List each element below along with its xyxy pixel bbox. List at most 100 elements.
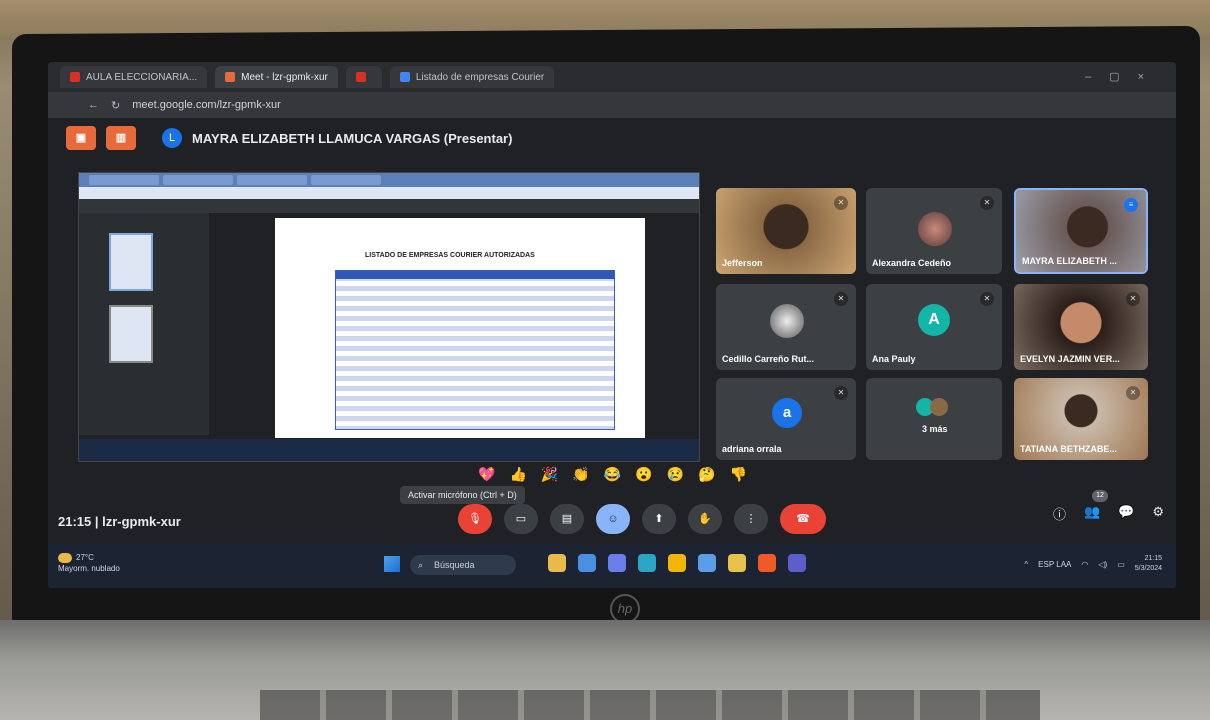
url-text[interactable]: meet.google.com/lzr-gpmk-xur	[132, 99, 281, 111]
battery-icon[interactable]: ▭	[1117, 560, 1125, 569]
heart-reaction-icon[interactable]: 💖	[478, 466, 495, 483]
activities-icon[interactable]: ⚙	[1152, 504, 1164, 523]
teams-app-icon[interactable]	[788, 554, 806, 572]
participant-photo	[918, 212, 952, 246]
weather-temp: 27°C	[76, 553, 94, 562]
camera-button[interactable]: ▭	[504, 504, 538, 534]
brave-app-icon[interactable]	[758, 554, 776, 572]
shared-address-bar	[79, 187, 699, 199]
browser-tab-meet[interactable]: Meet - lzr-gpmk-xur	[215, 66, 338, 88]
window-controls[interactable]: –▢×	[1085, 70, 1162, 83]
tab-label: AULA ELECCIONARIA...	[86, 71, 198, 83]
participant-tile[interactable]: ✕ Alexandra Cedeño	[866, 188, 1002, 274]
start-menu-icon[interactable]	[384, 556, 400, 572]
layout-button[interactable]: ▣	[66, 126, 96, 150]
tab-favicon	[225, 72, 236, 82]
chat-app-icon[interactable]	[608, 554, 626, 572]
chrome-app-icon[interactable]	[668, 554, 686, 572]
weather-widget[interactable]: 27°C Mayorm. nublado	[58, 552, 120, 574]
tab-favicon	[355, 72, 366, 82]
participant-photo	[930, 398, 948, 416]
participant-name: TATIANA BETHZABE...	[1020, 444, 1117, 454]
participant-tile[interactable]: A ✕ Ana Pauly	[866, 284, 1002, 370]
shared-tab	[237, 175, 307, 185]
participant-tile[interactable]: ✕ Jefferson	[716, 188, 856, 274]
pdf-toolbar	[79, 199, 699, 213]
call-controls: 🎙 ▭ ▤ ☺ ⬆ ✋ ⋮ ☎	[458, 504, 826, 534]
participant-tile[interactable]: ✕ Cedillo Carreño Rut...	[716, 284, 856, 370]
thinking-reaction-icon[interactable]: 🤔	[698, 466, 715, 483]
taskbar-apps	[548, 554, 806, 572]
captions-button[interactable]: ▤	[550, 504, 584, 534]
pdf-title: LISTADO DE EMPRESAS COURIER AUTORIZADAS	[365, 252, 535, 259]
presenter-avatar: L	[162, 128, 182, 148]
edge-app-icon[interactable]	[638, 554, 656, 572]
leave-call-button[interactable]: ☎	[780, 504, 826, 534]
thumbs-down-reaction-icon[interactable]: 👎	[730, 466, 747, 483]
people-icon[interactable]: 👥	[1084, 504, 1100, 523]
weather-desc: Mayorm. nublado	[58, 564, 120, 573]
mic-off-icon: ✕	[834, 386, 848, 400]
widgets-app-icon[interactable]	[548, 554, 566, 572]
participant-tile[interactable]: ✕ EVELYN JAZMIN VER...	[1014, 284, 1148, 370]
laptop-screen: AULA ELECCIONARIA... Meet - lzr-gpmk-xur…	[48, 62, 1176, 588]
pdf-table	[335, 270, 615, 430]
shared-browser-tabs	[79, 173, 699, 187]
side-panel-controls: ⓘ 👥 💬 ⚙	[1053, 504, 1164, 523]
reaction-bar: 💖 👍 🎉 👏 😂 😮 😢 🤔 👎	[478, 466, 747, 483]
shared-taskbar	[79, 439, 699, 461]
mic-off-icon: ✕	[1126, 292, 1140, 306]
folder-app-icon[interactable]	[728, 554, 746, 572]
clock[interactable]: 21:15 5/3/2024	[1135, 554, 1162, 574]
present-button[interactable]: ⬆	[642, 504, 676, 534]
browser-tab-1[interactable]: AULA ELECCIONARIA...	[60, 66, 208, 88]
store-app-icon[interactable]	[698, 554, 716, 572]
keyboard	[260, 690, 1040, 720]
meet-header: ▣ ▥ L MAYRA ELIZABETH LLAMUCA VARGAS (Pr…	[48, 118, 1176, 158]
participant-tile[interactable]: ✕ TATIANA BETHZABE...	[1014, 378, 1148, 460]
shared-tab	[163, 175, 233, 185]
tab-favicon	[399, 72, 410, 82]
address-bar[interactable]: ← ↻ meet.google.com/lzr-gpmk-xur	[48, 92, 1176, 118]
participant-tile-speaking[interactable]: ≡ MAYRA ELIZABETH ...	[1014, 188, 1148, 274]
meeting-code: 21:15 | lzr-gpmk-xur	[58, 514, 181, 529]
chat-icon[interactable]: 💬	[1118, 504, 1134, 523]
participant-tile[interactable]: a ✕ adriana orrala	[716, 378, 856, 460]
participant-photo	[770, 304, 804, 338]
surprised-reaction-icon[interactable]: 😮	[635, 466, 652, 483]
more-options-button[interactable]: ⋮	[734, 504, 768, 534]
volume-icon[interactable]: ◁)	[1098, 560, 1107, 569]
tray-chevron-icon[interactable]: ^	[1024, 560, 1028, 569]
language-indicator[interactable]: ESP LAA	[1038, 560, 1071, 569]
mic-button[interactable]: 🎙	[458, 504, 492, 534]
back-icon[interactable]: ←	[88, 99, 99, 111]
emoji-button[interactable]: ☺	[596, 504, 630, 534]
clap-reaction-icon[interactable]: 👏	[572, 466, 589, 483]
participant-avatar: a	[772, 398, 802, 428]
pdf-page: LISTADO DE EMPRESAS COURIER AUTORIZADAS	[275, 218, 645, 438]
mic-tooltip: Activar micrófono (Ctrl + D)	[400, 486, 525, 504]
party-reaction-icon[interactable]: 🎉	[541, 466, 558, 483]
participants-count-badge: 12	[1092, 490, 1108, 502]
more-participants-tile[interactable]: 3 más	[866, 378, 1002, 460]
participant-name: MAYRA ELIZABETH ...	[1022, 256, 1117, 266]
wifi-icon[interactable]: ◠	[1081, 560, 1088, 569]
info-icon[interactable]: ⓘ	[1053, 504, 1066, 523]
taskbar-search[interactable]: Búsqueda	[410, 555, 516, 575]
reload-icon[interactable]: ↻	[111, 99, 120, 112]
thumbs-up-reaction-icon[interactable]: 👍	[509, 466, 526, 483]
raise-hand-button[interactable]: ✋	[688, 504, 722, 534]
participant-name: Alexandra Cedeño	[872, 258, 952, 268]
laugh-reaction-icon[interactable]: 😂	[604, 466, 621, 483]
pdf-table-header	[336, 271, 614, 279]
pdf-thumbnails	[79, 213, 209, 435]
participant-name: adriana orrala	[722, 444, 782, 454]
browser-tab-3[interactable]	[345, 66, 382, 88]
weather-icon	[58, 552, 72, 563]
mic-off-icon: ✕	[980, 196, 994, 210]
view-button[interactable]: ▥	[106, 126, 136, 150]
browser-tab-4[interactable]: Listado de empresas Courier	[389, 66, 555, 88]
windows-taskbar: 27°C Mayorm. nublado Búsqueda ^ ESP LAA …	[48, 544, 1176, 588]
file-explorer-app-icon[interactable]	[578, 554, 596, 572]
sad-reaction-icon[interactable]: 😢	[667, 466, 684, 483]
